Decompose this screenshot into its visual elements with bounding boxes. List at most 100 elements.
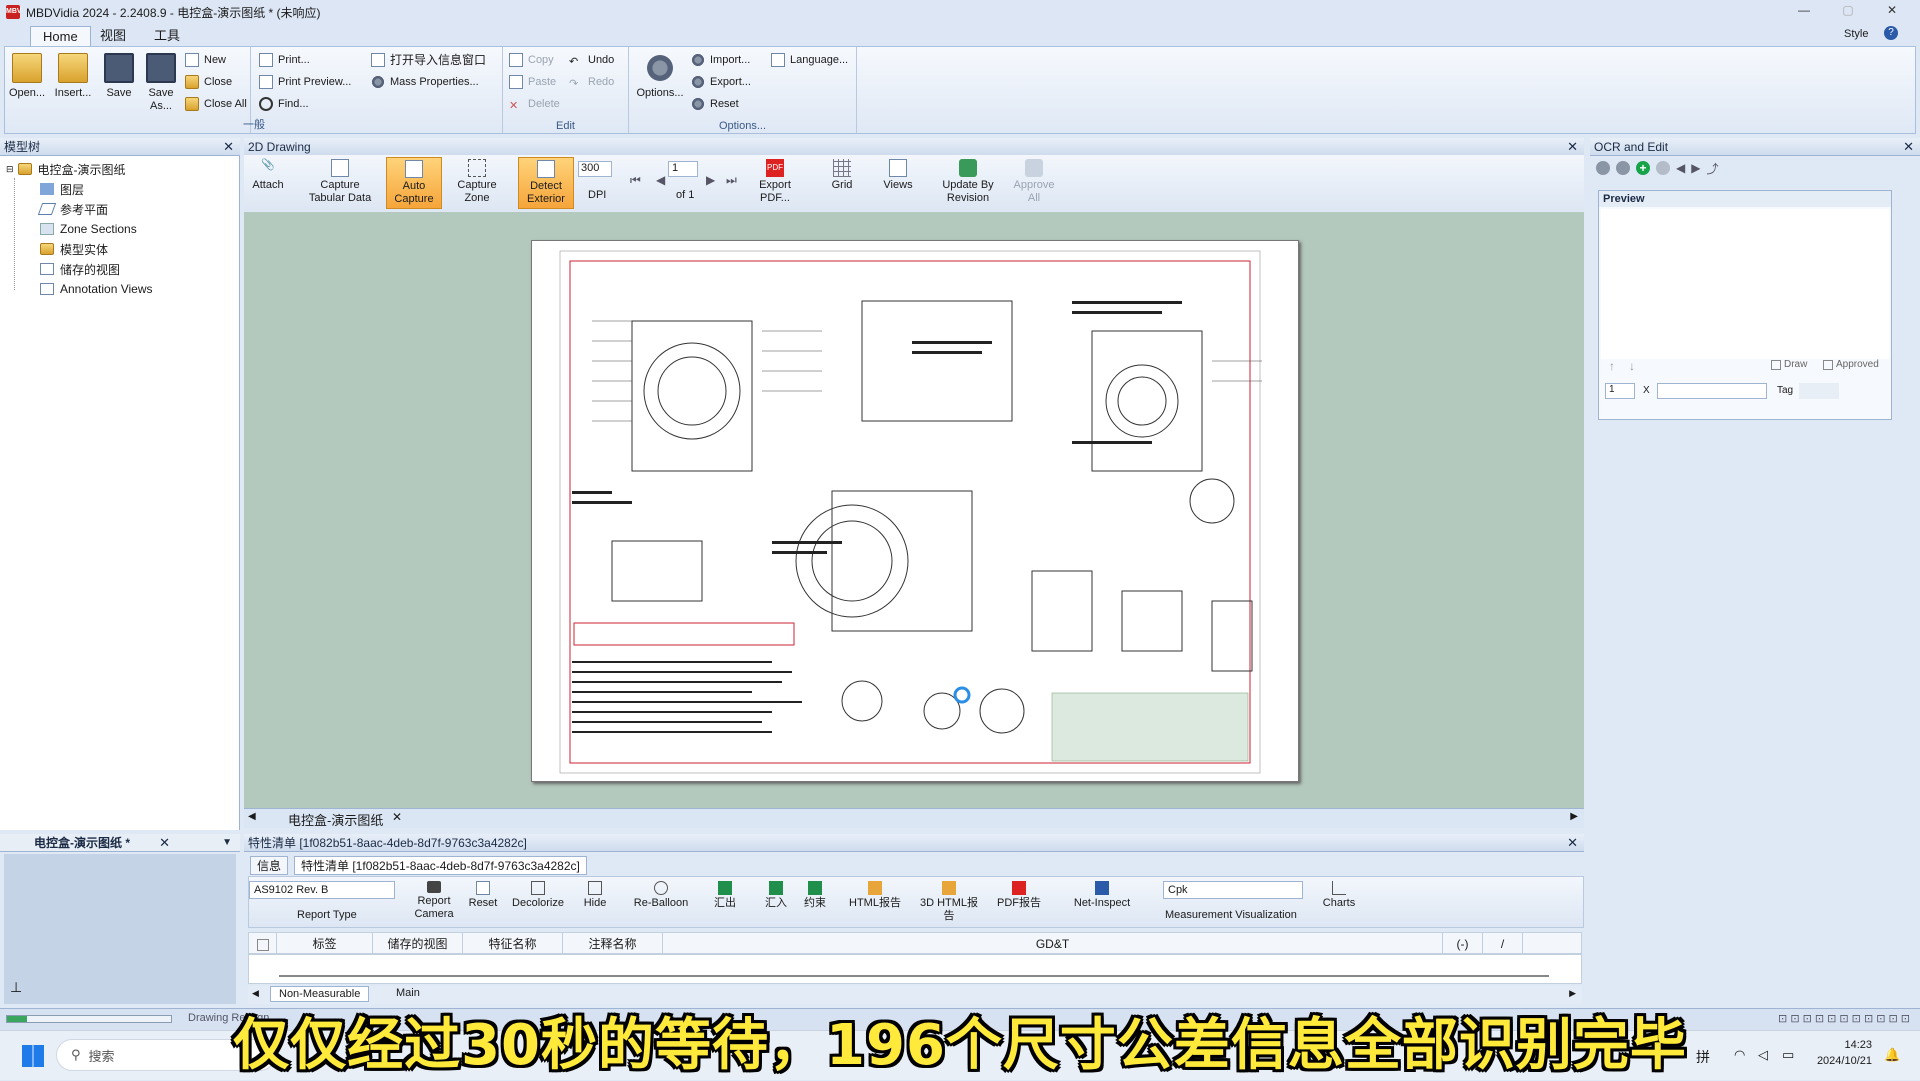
paste-button[interactable]: Paste <box>509 73 556 91</box>
new-button[interactable]: New <box>185 51 226 69</box>
tree-item-saved-views[interactable]: 储存的视图 <box>40 260 120 278</box>
column-label[interactable]: 标签 <box>277 933 373 955</box>
print-button[interactable]: Print... <box>259 51 310 69</box>
draw-checkbox[interactable]: Draw <box>1771 359 1807 370</box>
capture-tabular-button[interactable]: Capture Tabular Data <box>304 157 376 205</box>
add-icon[interactable]: + <box>1636 161 1650 175</box>
options-button[interactable]: Options... <box>635 53 685 100</box>
select-all-checkbox[interactable] <box>249 933 277 955</box>
reset-list-button[interactable]: Reset <box>463 879 503 910</box>
html-report-button[interactable]: HTML报告 <box>845 879 905 910</box>
auto-capture-button[interactable]: Auto Capture <box>386 157 442 209</box>
close-all-button[interactable]: Close All <box>185 95 247 113</box>
split-icon[interactable]: ⤴ <box>1706 160 1718 177</box>
accept-icon[interactable] <box>1596 161 1610 175</box>
drawing-sheet[interactable] <box>531 240 1299 782</box>
lower-tab[interactable]: 电控盒-演示图纸 * <box>34 836 130 850</box>
tab-home[interactable]: Home <box>30 26 91 46</box>
tree-item-ref-planes[interactable]: 参考平面 <box>37 200 108 218</box>
3d-html-report-button[interactable]: 3D HTML报告 <box>917 879 981 923</box>
last-page-icon[interactable]: ⏭ <box>726 173 737 188</box>
close-icon[interactable]: ✕ <box>1567 834 1578 852</box>
charts-button[interactable]: Charts <box>1317 879 1361 910</box>
tree-root[interactable]: ⊟ 电控盒-演示图纸 <box>6 160 126 178</box>
move-down-icon[interactable]: ↓ <box>1629 359 1635 373</box>
save-as-button[interactable]: Save As... <box>143 53 179 113</box>
tab-view[interactable]: 视图 <box>88 26 138 46</box>
dpi-input[interactable]: 300 <box>578 161 612 177</box>
horizontal-scrollbar[interactable] <box>279 975 1549 977</box>
undo-button[interactable]: ↶ Undo <box>569 51 614 69</box>
minimize-button[interactable]: — <box>1784 3 1824 17</box>
close-icon[interactable]: ✕ <box>159 834 170 852</box>
document-tab[interactable]: 电控盒-演示图纸 <box>288 810 383 829</box>
import-button[interactable]: Import... <box>691 51 750 69</box>
prev-page-icon[interactable]: ◀ <box>656 173 665 187</box>
scroll-left-icon[interactable]: ◀ <box>252 988 259 999</box>
reset-button[interactable]: Reset <box>691 95 739 113</box>
hide-button[interactable]: Hide <box>575 879 615 910</box>
tree-item-zone-sections[interactable]: Zone Sections <box>40 220 137 238</box>
remove-icon[interactable] <box>1656 161 1670 175</box>
open-button[interactable]: Open... <box>9 53 45 100</box>
language-button[interactable]: Language... <box>771 51 848 69</box>
tab-info[interactable]: 信息 <box>250 856 289 875</box>
export-list-button[interactable]: 汇出 <box>705 879 745 910</box>
net-inspect-button[interactable]: Net-Inspect <box>1069 879 1135 910</box>
move-up-icon[interactable]: ↑ <box>1609 359 1615 373</box>
style-menu[interactable]: Style <box>1844 28 1868 40</box>
column-slash[interactable]: / <box>1483 933 1523 955</box>
redo-button[interactable]: ↷ Redo <box>569 73 614 91</box>
column-gdt[interactable]: GD&T <box>663 933 1443 955</box>
attach-button[interactable]: 📎 Attach <box>250 157 286 192</box>
report-camera-button[interactable]: Report Camera <box>409 879 459 921</box>
collapse-icon[interactable]: ⊟ <box>6 164 14 175</box>
tab-char-list[interactable]: 特性清单 [1f082b51-8aac-4deb-8d7f-9763c3a428… <box>294 856 587 875</box>
views-button[interactable]: Views <box>880 157 916 192</box>
export-button[interactable]: Export... <box>691 73 751 91</box>
decolorize-button[interactable]: Decolorize <box>507 879 569 910</box>
export-pdf-button[interactable]: PDF Export PDF... <box>752 157 798 205</box>
scroll-left-icon[interactable]: ◀ <box>248 811 256 822</box>
help-icon[interactable]: ? <box>1884 26 1898 40</box>
pdf-report-button[interactable]: PDF报告 <box>991 879 1047 910</box>
first-page-icon[interactable]: ⏮ <box>630 173 641 188</box>
close-window-button[interactable]: ✕ <box>1872 3 1912 17</box>
index-stepper[interactable]: 1 <box>1605 383 1635 399</box>
insert-button[interactable]: Insert... <box>53 53 93 100</box>
save-button[interactable]: Save <box>101 53 137 100</box>
char-list-grid[interactable] <box>248 954 1582 984</box>
constraint-button[interactable]: 约束 <box>797 879 833 910</box>
copy-button[interactable]: Copy <box>509 51 554 69</box>
mass-properties-button[interactable]: Mass Properties... <box>371 73 479 91</box>
next-page-icon[interactable]: ▶ <box>706 173 715 187</box>
measurement-select[interactable]: Cpk <box>1163 881 1303 899</box>
print-preview-button[interactable]: Print Preview... <box>259 73 351 91</box>
column-saved-view[interactable]: 储存的视图 <box>373 933 463 955</box>
re-balloon-button[interactable]: Re-Balloon <box>629 879 693 910</box>
report-type-select[interactable]: AS9102 Rev. B <box>249 881 395 899</box>
column-annotation-name[interactable]: 注释名称 <box>563 933 663 955</box>
approve-all-button[interactable]: Approve All <box>1008 157 1060 205</box>
arrow-right-icon[interactable]: ▶ <box>1691 161 1700 175</box>
scroll-right-icon[interactable]: ▶ <box>1570 811 1578 822</box>
arrow-left-icon[interactable]: ◀ <box>1676 161 1685 175</box>
tag-input[interactable] <box>1799 383 1839 399</box>
dropdown-icon[interactable]: ▼ <box>222 834 232 852</box>
tree-item-layers[interactable]: 图层 <box>40 180 84 198</box>
column-minus[interactable]: (-) <box>1443 933 1483 955</box>
value-select[interactable] <box>1657 383 1767 399</box>
delete-button[interactable]: ✕ Delete <box>509 95 560 113</box>
capture-zone-button[interactable]: Capture Zone <box>450 157 504 205</box>
tab-main[interactable]: Main <box>388 986 428 1000</box>
import-list-button[interactable]: 汇入 <box>759 879 793 910</box>
accept-all-icon[interactable] <box>1616 161 1630 175</box>
approved-checkbox[interactable]: Approved <box>1823 359 1879 370</box>
tab-tools[interactable]: 工具 <box>142 26 192 46</box>
tree-item-model-entities[interactable]: 模型实体 <box>40 240 108 258</box>
close-button[interactable]: Close <box>185 73 232 91</box>
close-icon[interactable]: ✕ <box>392 810 402 824</box>
grid-button[interactable]: Grid <box>824 157 860 192</box>
open-import-info-button[interactable]: 打开导入信息窗口 <box>371 51 486 69</box>
tree-item-annotation-views[interactable]: Annotation Views <box>40 280 153 298</box>
